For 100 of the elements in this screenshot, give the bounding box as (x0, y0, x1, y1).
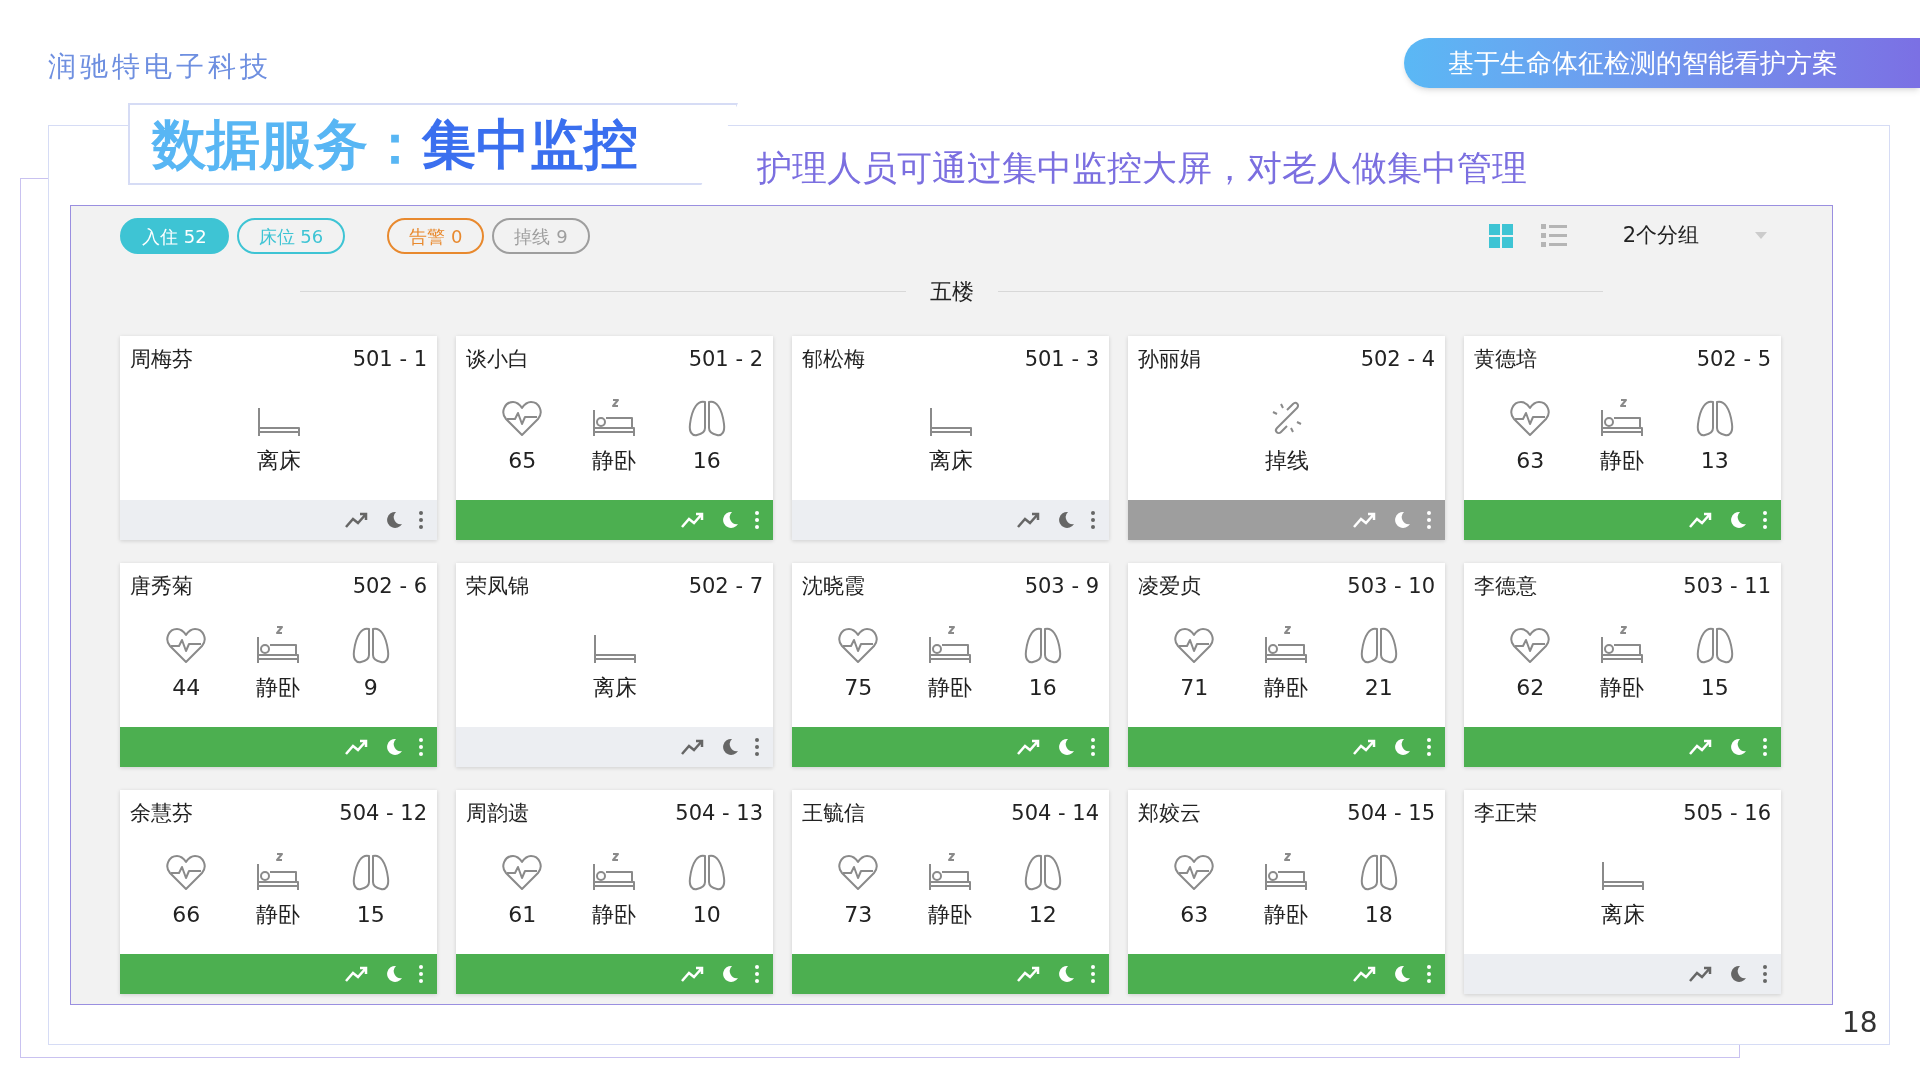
list-view-icon[interactable] (1540, 224, 1567, 248)
sleeping-bed-icon (592, 397, 637, 438)
status-label: 静卧 (928, 900, 973, 929)
resident-name: 唐秀菊 (130, 573, 193, 600)
trend-chart-icon[interactable] (1689, 965, 1713, 983)
more-icon[interactable] (1091, 965, 1095, 983)
trend-chart-icon[interactable] (1017, 511, 1041, 529)
moon-icon[interactable] (385, 965, 403, 983)
bed-number: 503 - 9 (1024, 573, 1099, 600)
sleeping-bed-icon (1600, 397, 1645, 438)
moon-icon[interactable] (1057, 738, 1075, 756)
bed-number: 503 - 11 (1683, 573, 1771, 600)
status-label: 静卧 (592, 900, 637, 929)
resident-name: 王毓信 (802, 800, 865, 827)
resident-card[interactable]: 李正荣 505 - 16 离床 (1464, 790, 1781, 994)
resident-name: 沈晓霞 (802, 573, 865, 600)
resident-name: 郁松梅 (802, 346, 865, 373)
moon-icon[interactable] (1393, 738, 1411, 756)
sleeping-bed-icon (1264, 851, 1309, 892)
moon-icon[interactable] (1729, 511, 1747, 529)
sleeping-bed-icon (928, 851, 973, 892)
resident-card[interactable]: 孙丽娟 502 - 4 掉线 (1128, 336, 1445, 540)
resident-card[interactable]: 李德意 503 - 11 62 静卧 15 (1464, 563, 1781, 767)
status-label: 静卧 (256, 673, 301, 702)
breath-rate-value: 15 (1700, 673, 1729, 702)
resident-name: 凌爱贞 (1138, 573, 1201, 600)
breath-rate-value: 15 (356, 900, 385, 929)
grid-view-icon[interactable] (1488, 224, 1513, 248)
heart-pulse-icon (502, 853, 543, 892)
heart-pulse-icon (838, 853, 879, 892)
bed-number: 502 - 4 (1360, 346, 1435, 373)
more-icon[interactable] (1763, 738, 1767, 756)
heart-rate-value: 71 (1180, 673, 1209, 702)
heart-rate-value: 73 (844, 900, 873, 929)
heart-pulse-icon (166, 853, 207, 892)
moon-icon[interactable] (721, 511, 739, 529)
moon-icon[interactable] (1057, 965, 1075, 983)
more-icon[interactable] (1427, 511, 1431, 529)
bed-number: 502 - 6 (352, 573, 427, 600)
heart-pulse-icon (502, 399, 543, 438)
more-icon[interactable] (1091, 511, 1095, 529)
bed-number: 502 - 7 (688, 573, 763, 600)
resident-name: 李正荣 (1474, 800, 1537, 827)
bed-number: 501 - 1 (352, 346, 427, 373)
moon-icon[interactable] (1393, 511, 1411, 529)
more-icon[interactable] (1763, 511, 1767, 529)
resident-card[interactable]: 周梅芬 501 - 1 离床 (120, 336, 437, 540)
bed-number: 502 - 5 (1696, 346, 1771, 373)
status-label: 离床 (256, 446, 301, 475)
group-dropdown[interactable]: 2个分组 (1622, 220, 1767, 252)
more-icon[interactable] (419, 965, 423, 983)
resident-card[interactable]: 周韵遗 504 - 13 61 静卧 10 (456, 790, 773, 994)
more-icon[interactable] (755, 738, 759, 756)
breath-rate-value: 16 (692, 446, 721, 475)
moon-icon[interactable] (1057, 511, 1075, 529)
heart-pulse-icon (1510, 399, 1551, 438)
breath-rate-value: 16 (1028, 673, 1057, 702)
status-label: 离床 (928, 446, 973, 475)
moon-icon[interactable] (721, 738, 739, 756)
moon-icon[interactable] (1729, 965, 1747, 983)
resident-card[interactable]: 余慧芬 504 - 12 66 静卧 15 (120, 790, 437, 994)
resident-name: 谈小白 (466, 346, 529, 373)
resident-name: 余慧芬 (130, 800, 193, 827)
more-icon[interactable] (1091, 738, 1095, 756)
bed-number: 505 - 16 (1683, 800, 1771, 827)
moon-icon[interactable] (721, 965, 739, 983)
moon-icon[interactable] (385, 511, 403, 529)
heart-pulse-icon (166, 626, 207, 665)
more-icon[interactable] (1427, 965, 1431, 983)
moon-icon[interactable] (1729, 738, 1747, 756)
more-icon[interactable] (755, 965, 759, 983)
resident-card[interactable]: 郁松梅 501 - 3 离床 (792, 336, 1109, 540)
more-icon[interactable] (1763, 965, 1767, 983)
status-label: 掉线 (1264, 446, 1309, 475)
resident-card[interactable]: 黄德培 502 - 5 63 静卧 13 (1464, 336, 1781, 540)
company-name: 润驰特电子科技 (48, 49, 272, 85)
resident-card[interactable]: 王毓信 504 - 14 73 静卧 12 (792, 790, 1109, 994)
moon-icon[interactable] (385, 738, 403, 756)
status-label: 静卧 (1264, 673, 1309, 702)
resident-card[interactable]: 唐秀菊 502 - 6 44 静卧 9 (120, 563, 437, 767)
breath-rate-value: 21 (1364, 673, 1393, 702)
more-icon[interactable] (419, 511, 423, 529)
status-label: 静卧 (928, 673, 973, 702)
more-icon[interactable] (755, 511, 759, 529)
trend-chart-icon[interactable] (345, 511, 369, 529)
sleeping-bed-icon (1264, 624, 1309, 665)
resident-card[interactable]: 沈晓霞 503 - 9 75 静卧 16 (792, 563, 1109, 767)
bed-number: 504 - 12 (339, 800, 427, 827)
resident-card[interactable]: 郑姣云 504 - 15 63 静卧 18 (1128, 790, 1445, 994)
moon-icon[interactable] (1393, 965, 1411, 983)
more-icon[interactable] (1427, 738, 1431, 756)
resident-card[interactable]: 谈小白 501 - 2 65 静卧 16 (456, 336, 773, 540)
more-icon[interactable] (419, 738, 423, 756)
heart-rate-value: 66 (172, 900, 201, 929)
resident-card[interactable]: 凌爱贞 503 - 10 71 静卧 21 (1128, 563, 1445, 767)
trend-chart-icon[interactable] (681, 738, 705, 756)
resident-card[interactable]: 荣凤锦 502 - 7 离床 (456, 563, 773, 767)
slogan-banner: 基于生命体征检测的智能看护方案 (1404, 38, 1920, 88)
bed-number: 504 - 15 (1347, 800, 1435, 827)
heart-rate-value: 65 (508, 446, 537, 475)
